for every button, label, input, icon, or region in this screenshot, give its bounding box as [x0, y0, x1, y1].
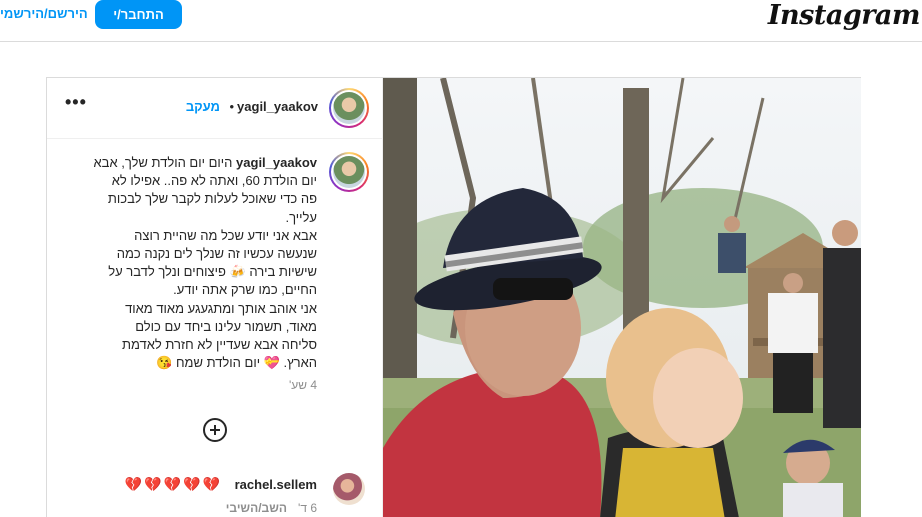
post-caption: yagil_yaakov היום יום הולדת שלך, אבא יום…	[71, 154, 317, 372]
caption-line: סליחה אבא שעדיין לא חזרת לאדמת	[121, 337, 317, 353]
caption-line: פה כדי שאוכל לעלות לקבר שלך לבכות	[107, 191, 317, 207]
author-avatar[interactable]	[329, 88, 369, 128]
post-card: yagil_yaakov • מעקב ••• yagil_yaakov היו…	[46, 77, 861, 517]
signup-link[interactable]: הירשם/הירשמי	[0, 6, 88, 21]
post-photo-image	[383, 78, 861, 517]
caption-line: אבא אני יודע שכל מה שהיית רוצה	[134, 227, 317, 243]
caption-line: שישיות בירה 🍻 פיצוחים ונלך לדבר על	[108, 264, 317, 280]
commenter-avatar[interactable]	[333, 473, 365, 505]
post-header: yagil_yaakov • מעקב •••	[47, 78, 383, 139]
login-button[interactable]: התחבר/י	[95, 0, 182, 29]
caption-line: יום הולדת 60, ואתה לא פה.. אפילו לא	[111, 173, 317, 189]
caption-username[interactable]: yagil_yaakov	[236, 155, 317, 170]
post-side-panel: yagil_yaakov • מעקב ••• yagil_yaakov היו…	[47, 78, 383, 517]
header-separator: •	[229, 99, 234, 114]
load-more-comments-icon[interactable]	[203, 418, 227, 442]
comment-text: 💔💔💔💔💔	[124, 476, 222, 492]
caption-line: עלייך.	[285, 209, 317, 225]
caption-line: החיים, כמו שרק אתה יודע.	[173, 282, 317, 298]
caption-timestamp[interactable]: 4 שע'	[289, 378, 317, 392]
caption-author-avatar[interactable]	[329, 152, 369, 192]
top-bar: Instagram התחבר/י הירשם/הירשמי	[0, 0, 922, 42]
instagram-logo[interactable]: Instagram	[768, 0, 921, 31]
reply-button[interactable]: השב/השיבי	[226, 501, 287, 515]
more-options-icon[interactable]: •••	[65, 92, 87, 113]
caption-line: שנעשה עכשיו זה שנלך לים נקנה כמה	[116, 246, 317, 262]
caption-line: הארץ. 💝 יום הולדת שמח 😘	[156, 355, 317, 371]
caption-line: אני אוהב אותך ומתגעגע מאוד מאוד	[125, 300, 317, 316]
caption-line: היום יום הולדת שלך, אבא	[93, 155, 237, 170]
author-username[interactable]: yagil_yaakov	[237, 99, 318, 114]
post-photo[interactable]	[383, 78, 861, 517]
follow-button[interactable]: מעקב	[186, 99, 220, 114]
commenter-username[interactable]: rachel.sellem	[235, 477, 317, 492]
caption-line: מאוד, תשמור עלינו ביחד עם כולם	[135, 318, 317, 334]
comment-timestamp[interactable]: 6 ד'	[298, 501, 317, 515]
